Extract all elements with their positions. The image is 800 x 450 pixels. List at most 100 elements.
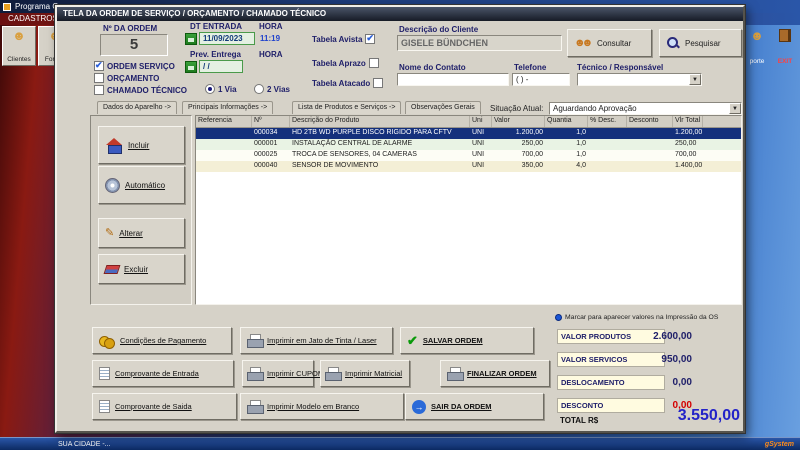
order-number-value: 5 bbox=[100, 34, 168, 56]
printer-icon bbox=[325, 367, 340, 380]
imprimir-cupom-button[interactable]: Imprimir CUPOM bbox=[242, 360, 314, 387]
button-label: Imprimir Modelo em Branco bbox=[267, 402, 359, 411]
document-icon bbox=[99, 400, 110, 413]
people-icon bbox=[574, 37, 592, 49]
statusbar-logo: gSystem bbox=[765, 441, 794, 448]
condicoes-pagamento-button[interactable]: Condições de Pagamento bbox=[92, 327, 232, 354]
prev-entrega-label: Prev. Entrega bbox=[190, 50, 241, 59]
radio-2-vias[interactable]: 2 Vias bbox=[254, 84, 290, 94]
radio-1-via[interactable]: 1 Via bbox=[205, 84, 237, 94]
valor-servicos-value: 950,00 bbox=[612, 354, 692, 365]
checkbox-tabela-aprazo[interactable]: Tabela Aprazo bbox=[312, 58, 379, 68]
imprimir-jato-button[interactable]: Imprimir em Jato de Tinta / Laser bbox=[240, 327, 393, 354]
column-header-perc-desc: % Desc. bbox=[588, 116, 627, 127]
imprimir-modelo-branco-button[interactable]: Imprimir Modelo em Branco bbox=[240, 393, 404, 420]
money-icon bbox=[99, 335, 115, 347]
calendar-icon[interactable] bbox=[185, 61, 197, 73]
table-row[interactable]: 000025 TROCA DE SENSORES, 04 CAMERAS UNI… bbox=[196, 150, 741, 161]
checkbox-tabela-avista[interactable]: Tabela Avista bbox=[312, 34, 375, 44]
button-label: Imprimir CUPOM bbox=[267, 369, 324, 378]
prev-entrega-field[interactable]: / / bbox=[199, 60, 243, 73]
cell-numero: 000001 bbox=[252, 139, 290, 150]
toolbar-button-exit[interactable]: EXIT bbox=[772, 26, 798, 68]
situacao-select[interactable]: Aguardando Aprovação ▼ bbox=[549, 102, 742, 115]
cell-referencia bbox=[196, 161, 252, 172]
salvar-ordem-button[interactable]: SALVAR ORDEM bbox=[400, 327, 534, 354]
column-header-desconto: Desconto bbox=[627, 116, 673, 127]
eraser-icon bbox=[104, 265, 121, 274]
cell-perc-desc bbox=[588, 139, 627, 150]
print-values-text: Marcar para aparecer valores na Impressã… bbox=[565, 314, 718, 321]
cell-descricao: SENSOR DE MOVIMENTO bbox=[290, 161, 470, 172]
radio-dot bbox=[205, 84, 215, 94]
hora-value[interactable]: 11:19 bbox=[260, 34, 280, 43]
column-header-vlr-total: Vlr Total bbox=[673, 116, 703, 127]
pesquisar-button[interactable]: Pesquisar bbox=[659, 29, 742, 57]
checkbox-ordem-servico[interactable]: ORDEM SERVIÇO bbox=[94, 61, 175, 71]
tab-label: Principais Informações -> bbox=[188, 104, 267, 111]
finalizar-ordem-button[interactable]: FINALIZAR ORDEM bbox=[440, 360, 550, 387]
tab-label: Lista de Produtos e Serviços -> bbox=[298, 104, 395, 111]
table-row[interactable]: 000040 SENSOR DE MOVIMENTO UNI 350,00 4,… bbox=[196, 161, 741, 172]
toolbar-label: EXIT bbox=[778, 58, 792, 65]
imprimir-matricial-button[interactable]: Imprimir Matricial bbox=[320, 360, 410, 387]
cell-quantia: 1,0 bbox=[545, 150, 588, 161]
button-label: FINALIZAR ORDEM bbox=[467, 369, 537, 378]
statusbar-city-text: SUA CIDADE -... bbox=[58, 441, 111, 448]
document-icon bbox=[99, 367, 110, 380]
tab-principais-informacoes[interactable]: Principais Informações -> bbox=[182, 101, 273, 114]
checkbox-box bbox=[94, 73, 104, 83]
statusbar: SUA CIDADE -... gSystem bbox=[0, 437, 800, 450]
cell-vlr-total: 1.400,00 bbox=[673, 161, 704, 172]
print-values-radio[interactable] bbox=[555, 314, 562, 321]
technician-label: Técnico / Responsável bbox=[577, 63, 663, 72]
phone-field[interactable]: ( ) - bbox=[512, 73, 570, 86]
toolbar-button-suporte[interactable]: ☻ porte bbox=[744, 26, 770, 68]
menu-cadastros[interactable]: CADASTROS bbox=[8, 14, 58, 23]
products-table[interactable]: Referencia Nº Descrição do Produto Uni V… bbox=[195, 115, 742, 305]
button-label: SALVAR ORDEM bbox=[423, 336, 483, 345]
contact-field[interactable] bbox=[397, 73, 509, 86]
button-label: Incluir bbox=[128, 141, 149, 150]
sair-da-ordem-button[interactable]: SAIR DA ORDEM bbox=[405, 393, 544, 420]
consultar-button[interactable]: Consultar bbox=[567, 29, 652, 57]
cell-numero: 000040 bbox=[252, 161, 290, 172]
table-row[interactable]: 000034 HD 2TB WD PURPLE DISCO RIGIDO PAR… bbox=[196, 128, 741, 139]
check-icon bbox=[407, 334, 418, 347]
service-order-dialog: TELA DA ORDEM DE SERVIÇO / ORÇAMENTO / C… bbox=[55, 5, 745, 433]
cell-perc-desc bbox=[588, 128, 627, 139]
table-row[interactable]: 000001 INSTALAÇÃO CENTRAL DE ALARME UNI … bbox=[196, 139, 741, 150]
column-header-valor: Valor bbox=[492, 116, 545, 127]
dt-entrada-label: DT ENTRADA bbox=[190, 22, 242, 31]
toolbar-button-clientes[interactable]: ☻ Clientes bbox=[2, 26, 36, 66]
excluir-button[interactable]: Excluir bbox=[98, 254, 185, 284]
client-name-field[interactable]: GISELE BÜNDCHEN bbox=[397, 35, 562, 51]
tab-lista-produtos-servicos[interactable]: Lista de Produtos e Serviços -> bbox=[292, 101, 401, 114]
button-label: Pesquisar bbox=[685, 39, 721, 48]
automatico-button[interactable]: Automático bbox=[98, 166, 185, 204]
hora-label: HORA bbox=[259, 22, 283, 31]
dialog-titlebar[interactable]: TELA DA ORDEM DE SERVIÇO / ORÇAMENTO / C… bbox=[57, 7, 743, 21]
checkbox-tabela-atacado[interactable]: Tabela Atacado bbox=[312, 78, 383, 88]
cell-vlr-total: 700,00 bbox=[673, 150, 698, 161]
checkbox-box bbox=[369, 58, 379, 68]
comprovante-saida-button[interactable]: Comprovante de Saida bbox=[92, 393, 237, 420]
incluir-button[interactable]: Incluir bbox=[98, 126, 185, 164]
alterar-button[interactable]: Alterar bbox=[98, 218, 185, 248]
checkbox-orcamento[interactable]: ORÇAMENTO bbox=[94, 73, 159, 83]
checkbox-box bbox=[373, 78, 383, 88]
checkbox-label: CHAMADO TÉCNICO bbox=[107, 86, 187, 95]
tab-observacoes-gerais[interactable]: Observações Gerais bbox=[405, 101, 481, 114]
column-header-descricao: Descrição do Produto bbox=[290, 116, 470, 127]
calendar-icon[interactable] bbox=[185, 33, 197, 45]
cell-desconto bbox=[627, 150, 673, 161]
checkbox-box bbox=[94, 61, 104, 71]
technician-select[interactable]: ▼ bbox=[577, 73, 702, 86]
comprovante-entrada-button[interactable]: Comprovante de Entrada bbox=[92, 360, 234, 387]
dt-entrada-field[interactable]: 11/09/2023 bbox=[199, 32, 255, 45]
deslocamento-value: 0,00 bbox=[612, 377, 692, 388]
tab-dados-do-aparelho[interactable]: Dados do Aparelho -> bbox=[97, 101, 177, 114]
button-label: Excluir bbox=[124, 265, 148, 274]
column-header-numero: Nº bbox=[252, 116, 290, 127]
checkbox-chamado-tecnico[interactable]: CHAMADO TÉCNICO bbox=[94, 85, 187, 95]
